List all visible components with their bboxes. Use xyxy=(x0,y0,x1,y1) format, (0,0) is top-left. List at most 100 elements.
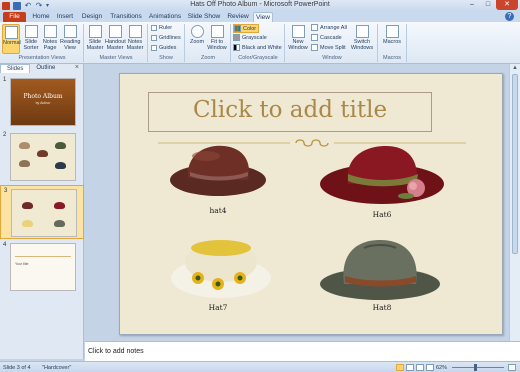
notes-page-icon xyxy=(43,25,57,38)
window-controls: – □ ✕ xyxy=(464,0,518,10)
normal-view-status-icon[interactable] xyxy=(396,364,404,371)
move-split-icon xyxy=(311,44,318,51)
slide-number: 2 xyxy=(3,132,7,138)
hat6-caption: Hat6 xyxy=(372,210,392,219)
hat4-image[interactable] xyxy=(166,142,270,204)
hat6-image[interactable] xyxy=(316,144,450,208)
zoom-button[interactable]: Zoom xyxy=(188,24,206,54)
slide-number: 3 xyxy=(4,188,8,194)
handout-master-icon xyxy=(108,25,122,38)
slide-thumbnail-3[interactable]: 3 xyxy=(0,185,84,239)
scroll-up-icon[interactable]: ▲ xyxy=(510,64,520,73)
status-bar: Slide 3 of 4 "Hardcover" 62% xyxy=(0,361,520,372)
normal-view-button[interactable]: Normal xyxy=(2,24,21,54)
move-split-button[interactable]: Move Split xyxy=(311,44,346,51)
macros-button[interactable]: Macros xyxy=(381,24,403,54)
gridlines-checkbox[interactable]: Gridlines xyxy=(151,35,181,41)
scrollbar-thumb[interactable] xyxy=(512,74,518,254)
hat7-caption: Hat7 xyxy=(208,303,228,312)
thumb-title: Your title xyxy=(15,262,29,266)
slide-preview: Your title xyxy=(10,243,76,291)
black-and-white-button[interactable]: Black and White xyxy=(233,44,282,51)
tab-view[interactable]: View xyxy=(253,12,273,22)
slide-master-button[interactable]: Slide Master xyxy=(86,24,104,54)
close-panel-icon[interactable]: × xyxy=(75,64,79,71)
theme-name: "Hardcover" xyxy=(42,365,72,371)
title-placeholder[interactable]: Click to add title xyxy=(148,92,432,132)
slide-thumbnail-4[interactable]: 4 Your title xyxy=(0,240,84,294)
fit-to-window-icon xyxy=(210,25,224,38)
slide-count: Slide 3 of 4 xyxy=(3,365,31,371)
slide-preview xyxy=(11,189,77,237)
reading-view-status-icon[interactable] xyxy=(416,364,424,371)
tab-insert[interactable]: Insert xyxy=(54,12,76,22)
arrange-all-icon xyxy=(311,24,318,31)
slide-preview xyxy=(10,133,76,181)
tab-animations[interactable]: Animations xyxy=(147,12,183,22)
tab-slide-show[interactable]: Slide Show xyxy=(187,12,221,22)
notes-master-icon xyxy=(128,25,142,38)
fit-slide-icon[interactable] xyxy=(508,364,516,371)
arrange-all-button[interactable]: Arrange All xyxy=(311,24,347,31)
slide-master-icon xyxy=(88,25,102,38)
new-window-icon xyxy=(291,25,305,38)
slide-preview: Photo Album by Author xyxy=(10,78,76,126)
slide-number: 1 xyxy=(3,77,7,83)
hat8-caption: Hat8 xyxy=(372,303,392,312)
tab-design[interactable]: Design xyxy=(80,12,104,22)
ribbon-separator xyxy=(284,24,285,62)
ruler-checkbox[interactable]: Ruler xyxy=(151,25,172,31)
slide-sorter-button[interactable]: Slide Sorter xyxy=(22,24,40,54)
tab-review[interactable]: Review xyxy=(225,12,251,22)
grayscale-button[interactable]: Grayscale xyxy=(233,34,267,41)
title-bar: ↶ ↷ ▾ Hats Off Photo Album - Microsoft P… xyxy=(0,0,520,11)
color-button[interactable]: Color xyxy=(233,24,260,33)
group-label-window: Window xyxy=(322,55,342,61)
notes-pane[interactable]: Click to add notes xyxy=(85,341,520,361)
reading-view-icon xyxy=(63,25,77,38)
tab-file[interactable]: File xyxy=(3,12,26,22)
hat8-image[interactable] xyxy=(316,234,446,304)
new-window-button[interactable]: New Window xyxy=(288,24,308,54)
slide-show-status-icon[interactable] xyxy=(426,364,434,371)
slide-sorter-icon xyxy=(24,25,38,38)
zoom-slider-knob[interactable] xyxy=(474,364,477,371)
handout-master-button[interactable]: Handout Master xyxy=(105,24,126,54)
close-button[interactable]: ✕ xyxy=(496,0,518,10)
slide-thumbnail-1[interactable]: 1 Photo Album by Author xyxy=(0,75,84,129)
reading-view-button[interactable]: Reading View xyxy=(60,24,81,54)
tab-home[interactable]: Home xyxy=(30,12,52,22)
switch-windows-button[interactable]: Switch Windows xyxy=(350,24,374,54)
slide-editing-area: Click to add title hat4 Hat6 Hat7 Hat8 xyxy=(85,64,509,341)
zoom-slider[interactable] xyxy=(452,367,504,368)
ribbon-separator xyxy=(184,24,185,62)
switch-windows-icon xyxy=(355,25,369,38)
ribbon-view: Normal Slide Sorter Notes Page Reading V… xyxy=(0,22,520,64)
fit-to-window-button[interactable]: Fit to Window xyxy=(207,24,227,54)
ribbon-separator xyxy=(406,24,407,62)
ribbon-separator xyxy=(83,24,84,62)
cascade-icon xyxy=(311,34,318,41)
tab-outline[interactable]: Outline xyxy=(30,64,61,73)
tab-slides[interactable]: Slides xyxy=(0,64,31,73)
guides-checkbox[interactable]: Guides xyxy=(151,45,176,51)
help-icon[interactable]: ? xyxy=(505,12,514,21)
hat4-caption: hat4 xyxy=(209,206,227,215)
notes-placeholder: Click to add notes xyxy=(88,348,144,355)
slide-sorter-status-icon[interactable] xyxy=(406,364,414,371)
notes-page-button[interactable]: Notes Page xyxy=(41,24,59,54)
cascade-button[interactable]: Cascade xyxy=(311,34,342,41)
notes-master-button[interactable]: Notes Master xyxy=(126,24,144,54)
minimize-button[interactable]: – xyxy=(464,0,480,10)
tab-transitions[interactable]: Transitions xyxy=(108,12,144,22)
slide-number: 4 xyxy=(3,242,7,248)
slide-thumbnail-2[interactable]: 2 xyxy=(0,130,84,184)
hat7-image[interactable] xyxy=(166,232,276,302)
normal-view-icon xyxy=(4,26,18,39)
vertical-scrollbar[interactable]: ▲ xyxy=(509,64,520,341)
macros-icon xyxy=(385,25,399,38)
group-label-show: Show xyxy=(159,55,173,61)
maximize-button[interactable]: □ xyxy=(480,0,496,10)
zoom-level[interactable]: 62% xyxy=(436,365,447,371)
ribbon-separator xyxy=(230,24,231,62)
